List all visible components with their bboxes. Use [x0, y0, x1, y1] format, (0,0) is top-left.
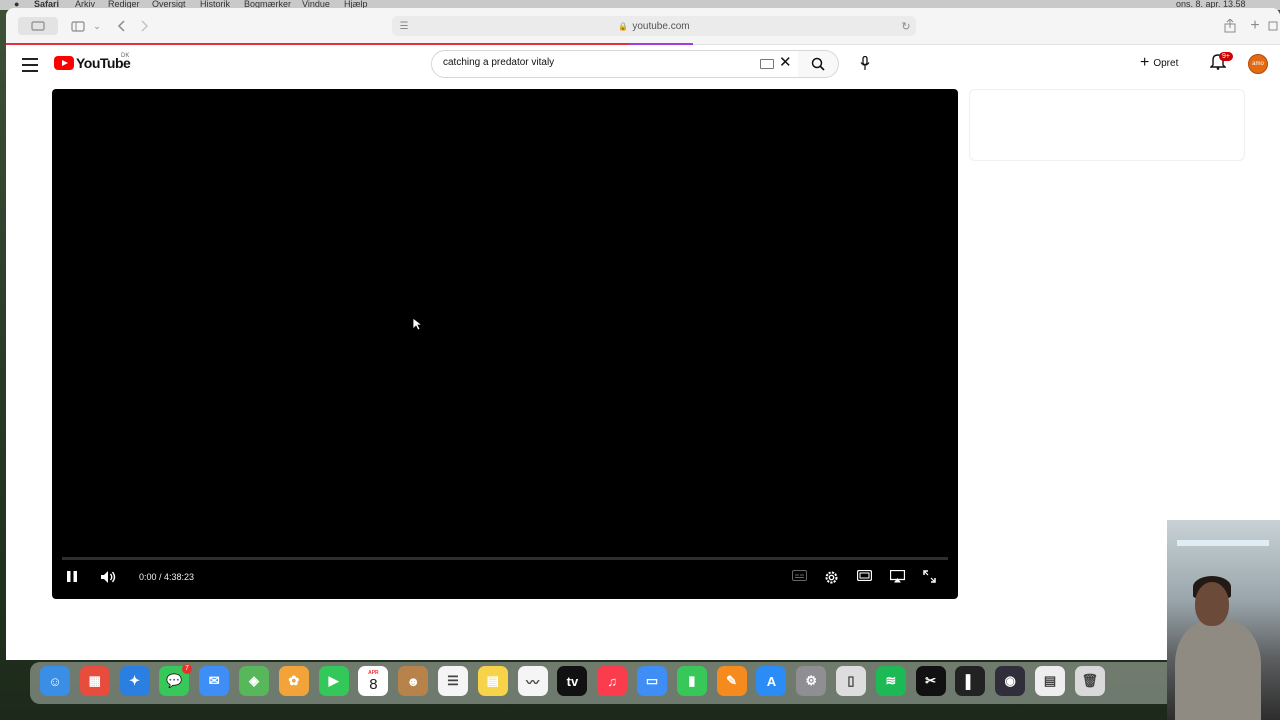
- theater-mode-button[interactable]: [857, 570, 872, 581]
- appstore-icon[interactable]: A: [756, 666, 787, 696]
- webcam-overlay: [1167, 520, 1280, 720]
- airplay-icon: [890, 570, 905, 583]
- player-controls: 0:00 / 4:38:23: [52, 555, 958, 599]
- plus-icon: +: [1140, 54, 1150, 71]
- avatar-text: amo: [1252, 61, 1264, 67]
- settings-button[interactable]: [824, 570, 839, 585]
- notes-icon[interactable]: ▤: [477, 666, 508, 696]
- launchpad-icon[interactable]: ▦: [79, 666, 110, 696]
- voice-search-button[interactable]: [852, 50, 878, 76]
- maps-icon[interactable]: ◈: [239, 666, 269, 696]
- reminders-icon[interactable]: ☰: [438, 666, 468, 696]
- keynote-icon[interactable]: ▭: [637, 666, 667, 696]
- country-code: DK: [121, 53, 130, 59]
- mouse-cursor-icon: [412, 317, 422, 331]
- appletv-icon[interactable]: tv: [557, 666, 588, 696]
- sidebar-toggle-button[interactable]: [70, 17, 86, 35]
- sidebar-placeholder-card: [969, 89, 1245, 161]
- stats-icon[interactable]: ▌: [955, 666, 986, 696]
- reader-icon[interactable]: ☰: [398, 17, 410, 35]
- create-button[interactable]: + Opret: [1140, 53, 1178, 73]
- contacts-icon[interactable]: ☻: [398, 666, 429, 696]
- pages-icon[interactable]: ✎: [716, 666, 747, 696]
- hamburger-menu-icon[interactable]: [22, 58, 38, 72]
- fullscreen-button[interactable]: [923, 570, 936, 583]
- photos-icon[interactable]: ✿: [278, 666, 309, 696]
- theater-icon: [857, 570, 872, 581]
- numbers-icon[interactable]: ▮: [676, 666, 707, 696]
- settings-icon[interactable]: ⚙: [796, 666, 827, 696]
- pause-button[interactable]: [66, 570, 78, 583]
- subtitles-button[interactable]: [792, 570, 807, 581]
- mail-icon[interactable]: ✉: [199, 666, 230, 696]
- seek-bar[interactable]: [62, 557, 948, 560]
- chevron-right-icon: [141, 20, 149, 32]
- tab-overview-button[interactable]: [18, 17, 58, 35]
- create-label: Opret: [1153, 57, 1179, 69]
- downloads-icon[interactable]: ▤: [1035, 666, 1065, 696]
- capcut-icon[interactable]: ✂: [915, 666, 946, 696]
- search-query: catching a predator vitaly: [443, 57, 555, 68]
- microphone-icon: [860, 55, 870, 70]
- search-input[interactable]: catching a predator vitaly ✕: [431, 50, 799, 78]
- calendar-icon[interactable]: APR 8: [358, 666, 389, 696]
- keyboard-icon[interactable]: [760, 59, 774, 69]
- share-icon: [1224, 19, 1236, 33]
- reload-icon[interactable]: ↻: [900, 17, 912, 35]
- mute-button[interactable]: [100, 570, 116, 584]
- fullscreen-icon: [923, 570, 936, 583]
- freeform-icon[interactable]: 〰: [517, 666, 548, 696]
- video-player[interactable]: 0:00 / 4:38:23: [52, 89, 958, 599]
- gear-icon: [825, 571, 838, 584]
- obs-icon[interactable]: ◉: [995, 666, 1026, 696]
- chevron-left-icon: [117, 20, 125, 32]
- tab-grid-icon[interactable]: [1268, 17, 1278, 35]
- lock-icon: 🔒: [618, 21, 629, 31]
- finder-icon[interactable]: ☺: [40, 666, 70, 696]
- captions-icon: [792, 570, 807, 581]
- pause-icon: [67, 571, 77, 582]
- volume-icon: [101, 571, 116, 583]
- messages-badge: 7: [182, 664, 192, 674]
- forward-button[interactable]: [138, 17, 152, 35]
- back-button[interactable]: [114, 17, 128, 35]
- music-icon[interactable]: ♫: [597, 666, 628, 696]
- calendar-day: 8: [369, 675, 378, 693]
- address-bar-url: youtube.com: [632, 20, 690, 32]
- iphone-mirroring-icon[interactable]: ▯: [836, 666, 866, 696]
- search-button[interactable]: [798, 50, 839, 78]
- safari-window: ⌄ 🔒 youtube.com ☰ ↻ + YouTube DK catchin…: [6, 8, 1280, 660]
- airplay-button[interactable]: [890, 570, 905, 583]
- sidebar-icon: [71, 20, 85, 32]
- new-tab-icon[interactable]: +: [1248, 17, 1262, 35]
- dock: ☺ ▦ ✦ 💬 ✉ ◈ ✿ ▶ APR 8 ☻ ☰ ▤ 〰 tv ♫ ▭ ▮ ✎ A ⚙ ▯ ≋ ✂ ▌ ◉ ▤ 🗑: [30, 662, 1180, 704]
- spotify-icon[interactable]: ≋: [875, 666, 906, 696]
- notification-badge: 9+: [1219, 52, 1233, 61]
- time-display: 0:00 / 4:38:23: [139, 572, 195, 582]
- sidebar-dropdown-chevron-icon[interactable]: ⌄: [92, 17, 102, 35]
- safari-icon[interactable]: ✦: [119, 666, 150, 696]
- trash-icon[interactable]: 🗑: [1074, 666, 1105, 696]
- youtube-header: YouTube DK catching a predator vitaly ✕ …: [6, 45, 1280, 91]
- browser-toolbar: ⌄ 🔒 youtube.com ☰ ↻ +: [6, 8, 1280, 45]
- address-bar[interactable]: 🔒 youtube.com: [392, 16, 916, 36]
- clear-search-icon[interactable]: ✕: [779, 53, 792, 71]
- tabs-icon: [31, 21, 45, 31]
- youtube-play-icon: [54, 56, 74, 70]
- facetime-icon[interactable]: ▶: [318, 666, 349, 696]
- share-button[interactable]: [1222, 17, 1238, 35]
- search-icon: [811, 57, 825, 71]
- youtube-logo[interactable]: YouTube DK: [54, 53, 131, 71]
- avatar[interactable]: amo: [1248, 54, 1268, 74]
